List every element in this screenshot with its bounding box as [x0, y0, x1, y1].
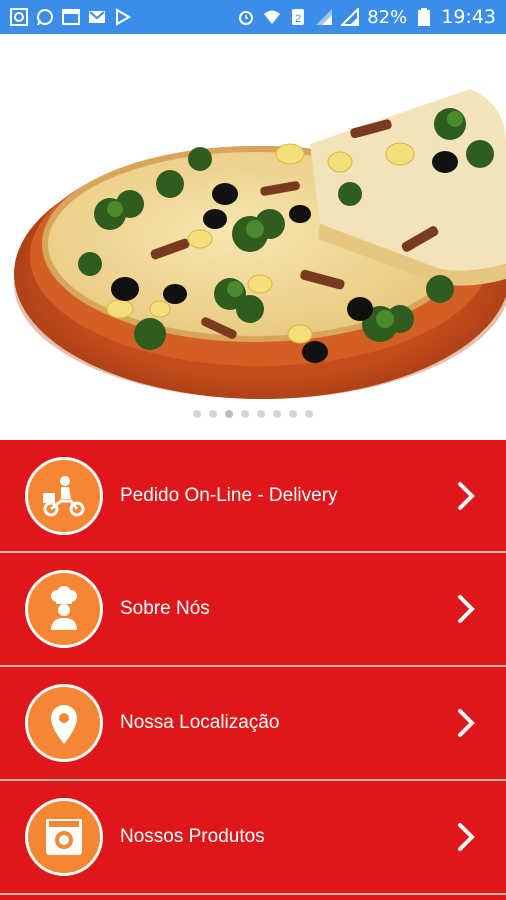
- chevron-right-icon: [458, 823, 475, 851]
- carousel-dot[interactable]: [193, 410, 201, 418]
- alarm-icon: [237, 8, 255, 26]
- menu-item-label: Nossos Produtos: [120, 826, 265, 847]
- carousel-dot[interactable]: [305, 410, 313, 418]
- hero-carousel[interactable]: [0, 34, 506, 440]
- delivery-scooter-icon: [25, 457, 103, 535]
- clock: 19:43: [441, 6, 496, 28]
- carousel-dot[interactable]: [273, 410, 281, 418]
- signal-icon: [315, 8, 333, 26]
- play-store-icon: [114, 8, 132, 26]
- menu-item-label: Sobre Nós: [120, 598, 210, 619]
- status-bar: 2 82% 19:43: [0, 0, 506, 34]
- menu-item-about[interactable]: Sobre Nós: [0, 553, 506, 665]
- window-icon: [62, 8, 80, 26]
- location-pin-icon: [25, 684, 103, 762]
- wifi-icon: [263, 8, 281, 26]
- menu-item-label: Pedido On-Line - Delivery: [120, 485, 338, 506]
- menu-item-products[interactable]: Nossos Produtos: [0, 781, 506, 893]
- chevron-right-icon: [458, 482, 475, 510]
- chevron-right-icon: [458, 595, 475, 623]
- carousel-indicator: [0, 410, 506, 418]
- carousel-dot[interactable]: [241, 410, 249, 418]
- carousel-dot-active[interactable]: [225, 410, 233, 418]
- battery-icon: [415, 8, 433, 26]
- gallery-icon: [10, 8, 28, 26]
- chevron-right-icon: [458, 709, 475, 737]
- main-menu: Pedido On-Line - Delivery Sobre Nós Noss…: [0, 440, 506, 900]
- chef-icon: [25, 570, 103, 648]
- carousel-dot[interactable]: [209, 410, 217, 418]
- sim-icon: 2: [289, 8, 307, 26]
- menu-item-label: Nossa Localização: [120, 712, 280, 733]
- menu-item-delivery[interactable]: Pedido On-Line - Delivery: [0, 440, 506, 552]
- pizza-photo: [14, 89, 506, 399]
- gmail-icon: [88, 8, 106, 26]
- menu-item-location[interactable]: Nossa Localização: [0, 667, 506, 779]
- whatsapp-icon: [36, 8, 54, 26]
- signal-icon: [341, 8, 360, 26]
- carousel-dot[interactable]: [257, 410, 265, 418]
- camera-icon: [25, 798, 103, 876]
- battery-percent: 82%: [367, 6, 408, 28]
- menu-divider: [0, 893, 506, 895]
- svg-text:2: 2: [295, 13, 301, 25]
- carousel-dot[interactable]: [289, 410, 297, 418]
